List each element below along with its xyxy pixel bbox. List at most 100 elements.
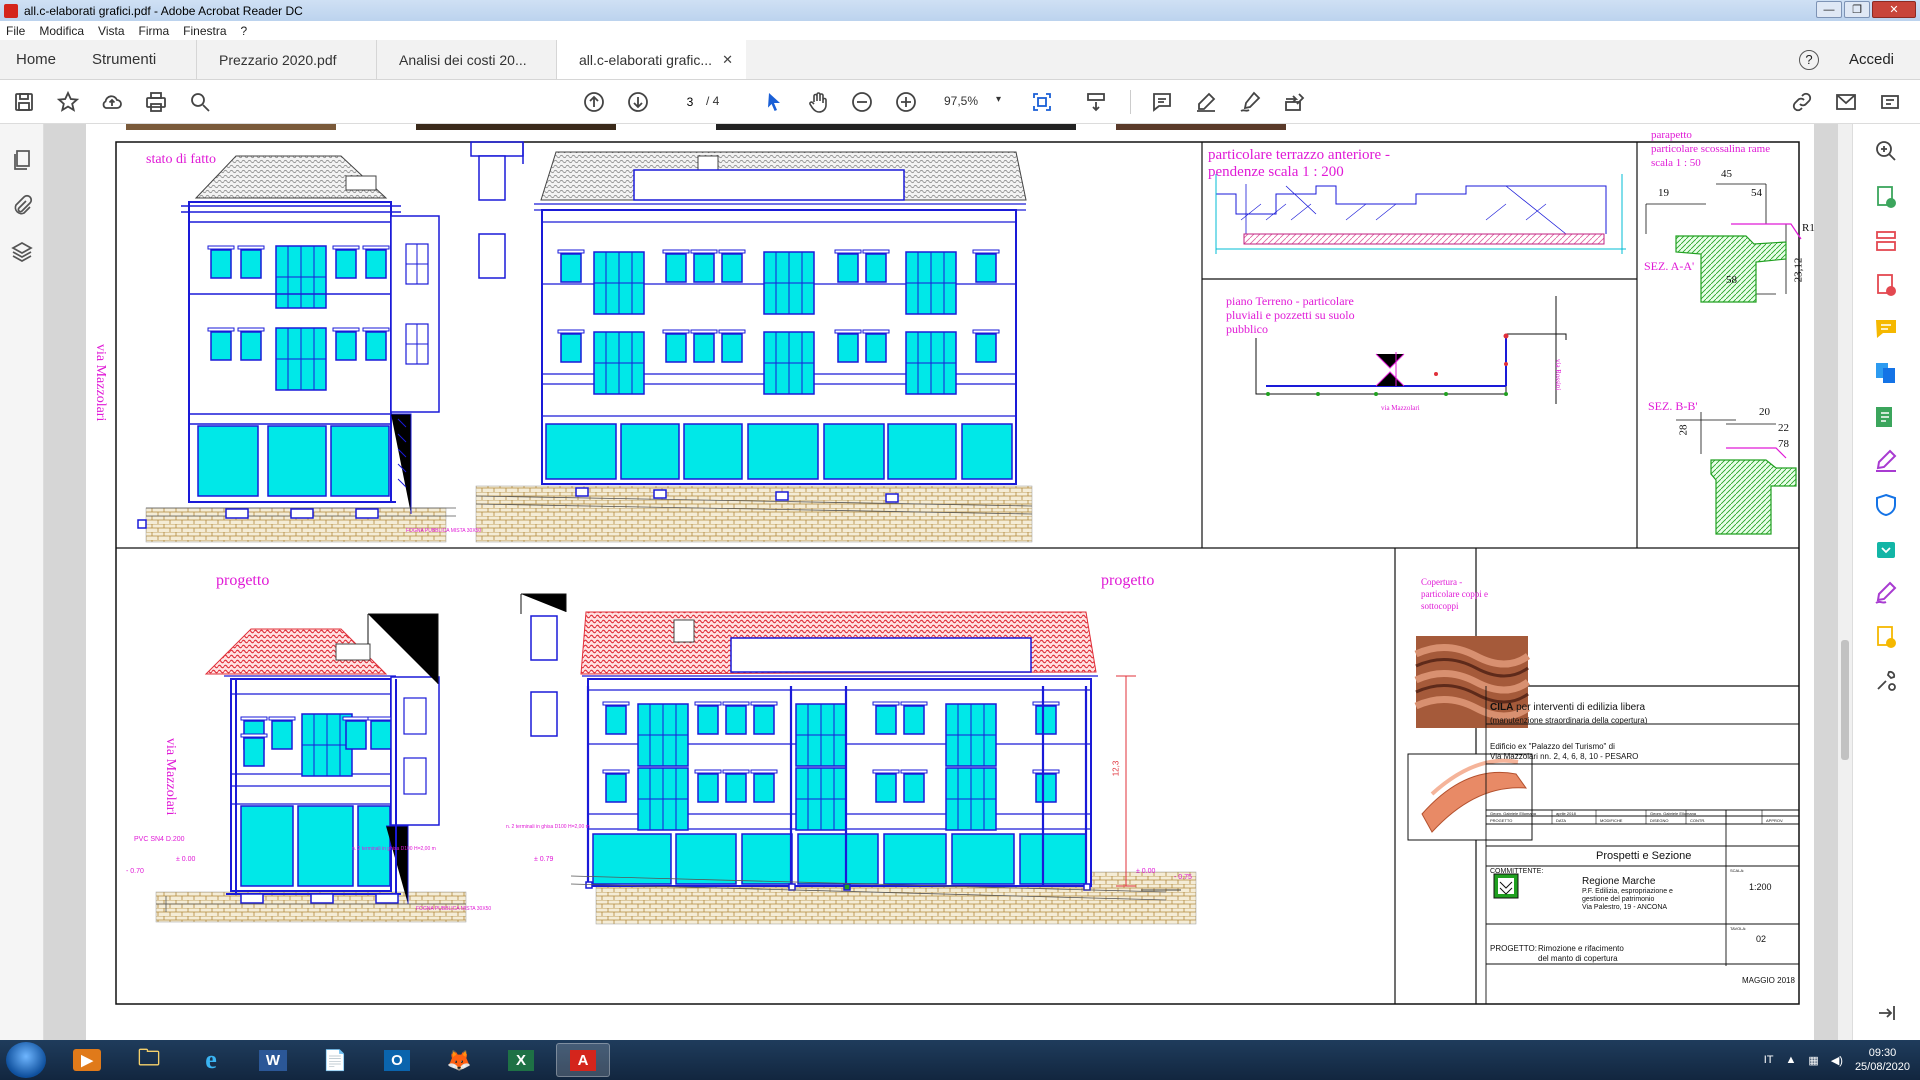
menu-help[interactable]: ? (241, 24, 248, 38)
create-pdf-icon[interactable] (1873, 272, 1899, 298)
dim-a-height: 23,12 (1792, 257, 1805, 283)
zoom-tool-icon[interactable] (1873, 138, 1899, 164)
terrace-title: particolare terrazzo anteriore - (1208, 147, 1390, 163)
tab-elaborati-grafici[interactable]: all.c-elaborati grafic... ✕ (556, 40, 746, 79)
save-icon[interactable] (10, 88, 38, 116)
street-label-bottom: via Mazzolari (163, 738, 178, 816)
outlook-icon: O (384, 1049, 410, 1071)
taskbar-pdf-creator[interactable]: 📄 (308, 1043, 362, 1077)
menu-bar: File Modifica Vista Firma Finestra ? (0, 21, 1920, 40)
tab-label: Analisi dei costi 20... (399, 51, 527, 68)
more-tools-icon[interactable] (1876, 88, 1904, 116)
architectural-drawing (115, 124, 1802, 1005)
network-icon[interactable]: ▦ (1808, 1054, 1818, 1067)
scala-label: SCALA: (1730, 868, 1745, 873)
menu-vista[interactable]: Vista (98, 24, 124, 38)
zoom-out-icon[interactable] (848, 88, 876, 116)
taskbar-word[interactable]: W (246, 1043, 300, 1077)
page-thumbnails-icon[interactable] (10, 148, 34, 172)
main-toolbar: / 4 97,5% ▾ (0, 80, 1920, 124)
tab-strumenti[interactable]: Strumenti (76, 40, 196, 79)
highlight-pen-icon[interactable] (1192, 88, 1220, 116)
fit-page-icon[interactable] (1028, 88, 1056, 116)
comment-icon[interactable] (1148, 88, 1176, 116)
scroll-mode-icon[interactable] (1082, 88, 1110, 116)
next-page-icon[interactable] (624, 88, 652, 116)
taskbar-excel[interactable]: X (494, 1043, 548, 1077)
tab-close-icon[interactable]: ✕ (722, 52, 733, 68)
signature-icon[interactable] (1873, 580, 1899, 606)
menu-modifica[interactable]: Modifica (39, 24, 84, 38)
taskbar-explorer[interactable]: 🗀 (122, 1043, 176, 1077)
page-number-input[interactable] (672, 90, 708, 114)
layers-icon[interactable] (10, 240, 34, 264)
document-viewport[interactable]: stato di fatto via Mazzolari FOGNA PUBBL… (44, 124, 1866, 1040)
clock[interactable]: 09:30 25/08/2020 (1855, 1046, 1910, 1074)
zoom-dropdown-icon[interactable]: ▾ (996, 94, 1001, 105)
prepare-form-icon[interactable] (1873, 624, 1899, 650)
attachments-icon[interactable] (10, 194, 34, 218)
taskbar-acrobat-reader[interactable]: A (556, 1043, 610, 1077)
scrollbar-thumb[interactable] (1841, 640, 1849, 760)
menu-firma[interactable]: Firma (139, 24, 170, 38)
hand-tool-icon[interactable] (804, 88, 832, 116)
zoom-level[interactable]: 97,5% (944, 94, 978, 108)
level-075: - 0.75 (1174, 874, 1192, 881)
zoom-in-icon[interactable] (892, 88, 920, 116)
maximize-button[interactable]: ❐ (1844, 1, 1870, 18)
rev-head: DATA (1556, 818, 1567, 823)
level-000-right: ± 0.00 (1136, 868, 1156, 875)
toolbar-separator (1130, 90, 1131, 114)
organize-pages-icon[interactable] (1873, 228, 1899, 254)
print-icon[interactable] (142, 88, 170, 116)
system-tray: IT ▲ ▦ ◀) 09:30 25/08/2020 (1764, 1046, 1910, 1074)
sign-icon[interactable] (1236, 88, 1264, 116)
tray-arrow-icon[interactable]: ▲ (1786, 1054, 1797, 1066)
terrace-scale: pendenze scala 1 : 200 (1208, 164, 1344, 180)
dim-a-58: 58 (1726, 274, 1737, 286)
tab-analisi-costi[interactable]: Analisi dei costi 20... (376, 40, 556, 79)
collapse-tools-icon[interactable] (1873, 1000, 1899, 1026)
combine-files-icon[interactable] (1873, 360, 1899, 386)
comment-tool-icon[interactable] (1873, 316, 1899, 342)
taskbar-outlook[interactable]: O (370, 1043, 424, 1077)
window-titlebar[interactable]: all.c-elaborati grafici.pdf - Adobe Acro… (0, 0, 1920, 21)
previous-page-icon[interactable] (580, 88, 608, 116)
menu-finestra[interactable]: Finestra (183, 24, 226, 38)
star-icon[interactable] (54, 88, 82, 116)
select-cursor-icon[interactable] (760, 88, 788, 116)
email-icon[interactable] (1832, 88, 1860, 116)
language-indicator[interactable]: IT (1764, 1054, 1774, 1066)
menu-file[interactable]: File (6, 24, 25, 38)
minimize-button[interactable]: — (1816, 1, 1842, 18)
taskbar-internet-explorer[interactable]: e (184, 1043, 238, 1077)
scala-value: 1:200 (1749, 882, 1772, 892)
cloud-upload-icon[interactable] (98, 88, 126, 116)
help-icon[interactable]: ? (1798, 49, 1819, 70)
signin-button[interactable]: Accedi (1849, 51, 1894, 68)
fill-sign-icon[interactable] (1873, 448, 1899, 474)
windows-start-button[interactable] (6, 1042, 46, 1078)
send-for-review-icon[interactable] (1873, 536, 1899, 562)
link-icon[interactable] (1788, 88, 1816, 116)
committente-label: COMMITTENTE: (1490, 868, 1544, 875)
committente-name: Regione Marche (1582, 876, 1656, 887)
progetto-description-2: del manto di copertura (1538, 954, 1618, 963)
protect-icon[interactable] (1873, 492, 1899, 518)
clock-date: 25/08/2020 (1854, 1061, 1910, 1073)
stato-di-fatto-label: stato di fatto (146, 152, 216, 167)
tab-prezzario[interactable]: Prezzario 2020.pdf (196, 40, 376, 79)
taskbar-media-player[interactable]: ▶ (60, 1043, 114, 1077)
close-window-button[interactable]: ✕ (1872, 1, 1916, 18)
search-icon[interactable] (186, 88, 214, 116)
tab-home[interactable]: Home (0, 40, 76, 79)
more-tools-settings-icon[interactable] (1873, 668, 1899, 694)
volume-icon[interactable]: ◀) (1831, 1054, 1843, 1067)
fogna-label-top: FOGNA PUBBLICA MISTA 30X50 (406, 528, 482, 534)
share-edit-icon[interactable] (1280, 88, 1308, 116)
vertical-scrollbar[interactable] (1838, 124, 1852, 1040)
edit-pdf-icon[interactable] (1873, 404, 1899, 430)
taskbar-firefox[interactable]: 🦊 (432, 1043, 486, 1077)
copertura-title-2: particolare coppi e (1421, 589, 1488, 599)
export-pdf-icon[interactable] (1873, 184, 1899, 210)
